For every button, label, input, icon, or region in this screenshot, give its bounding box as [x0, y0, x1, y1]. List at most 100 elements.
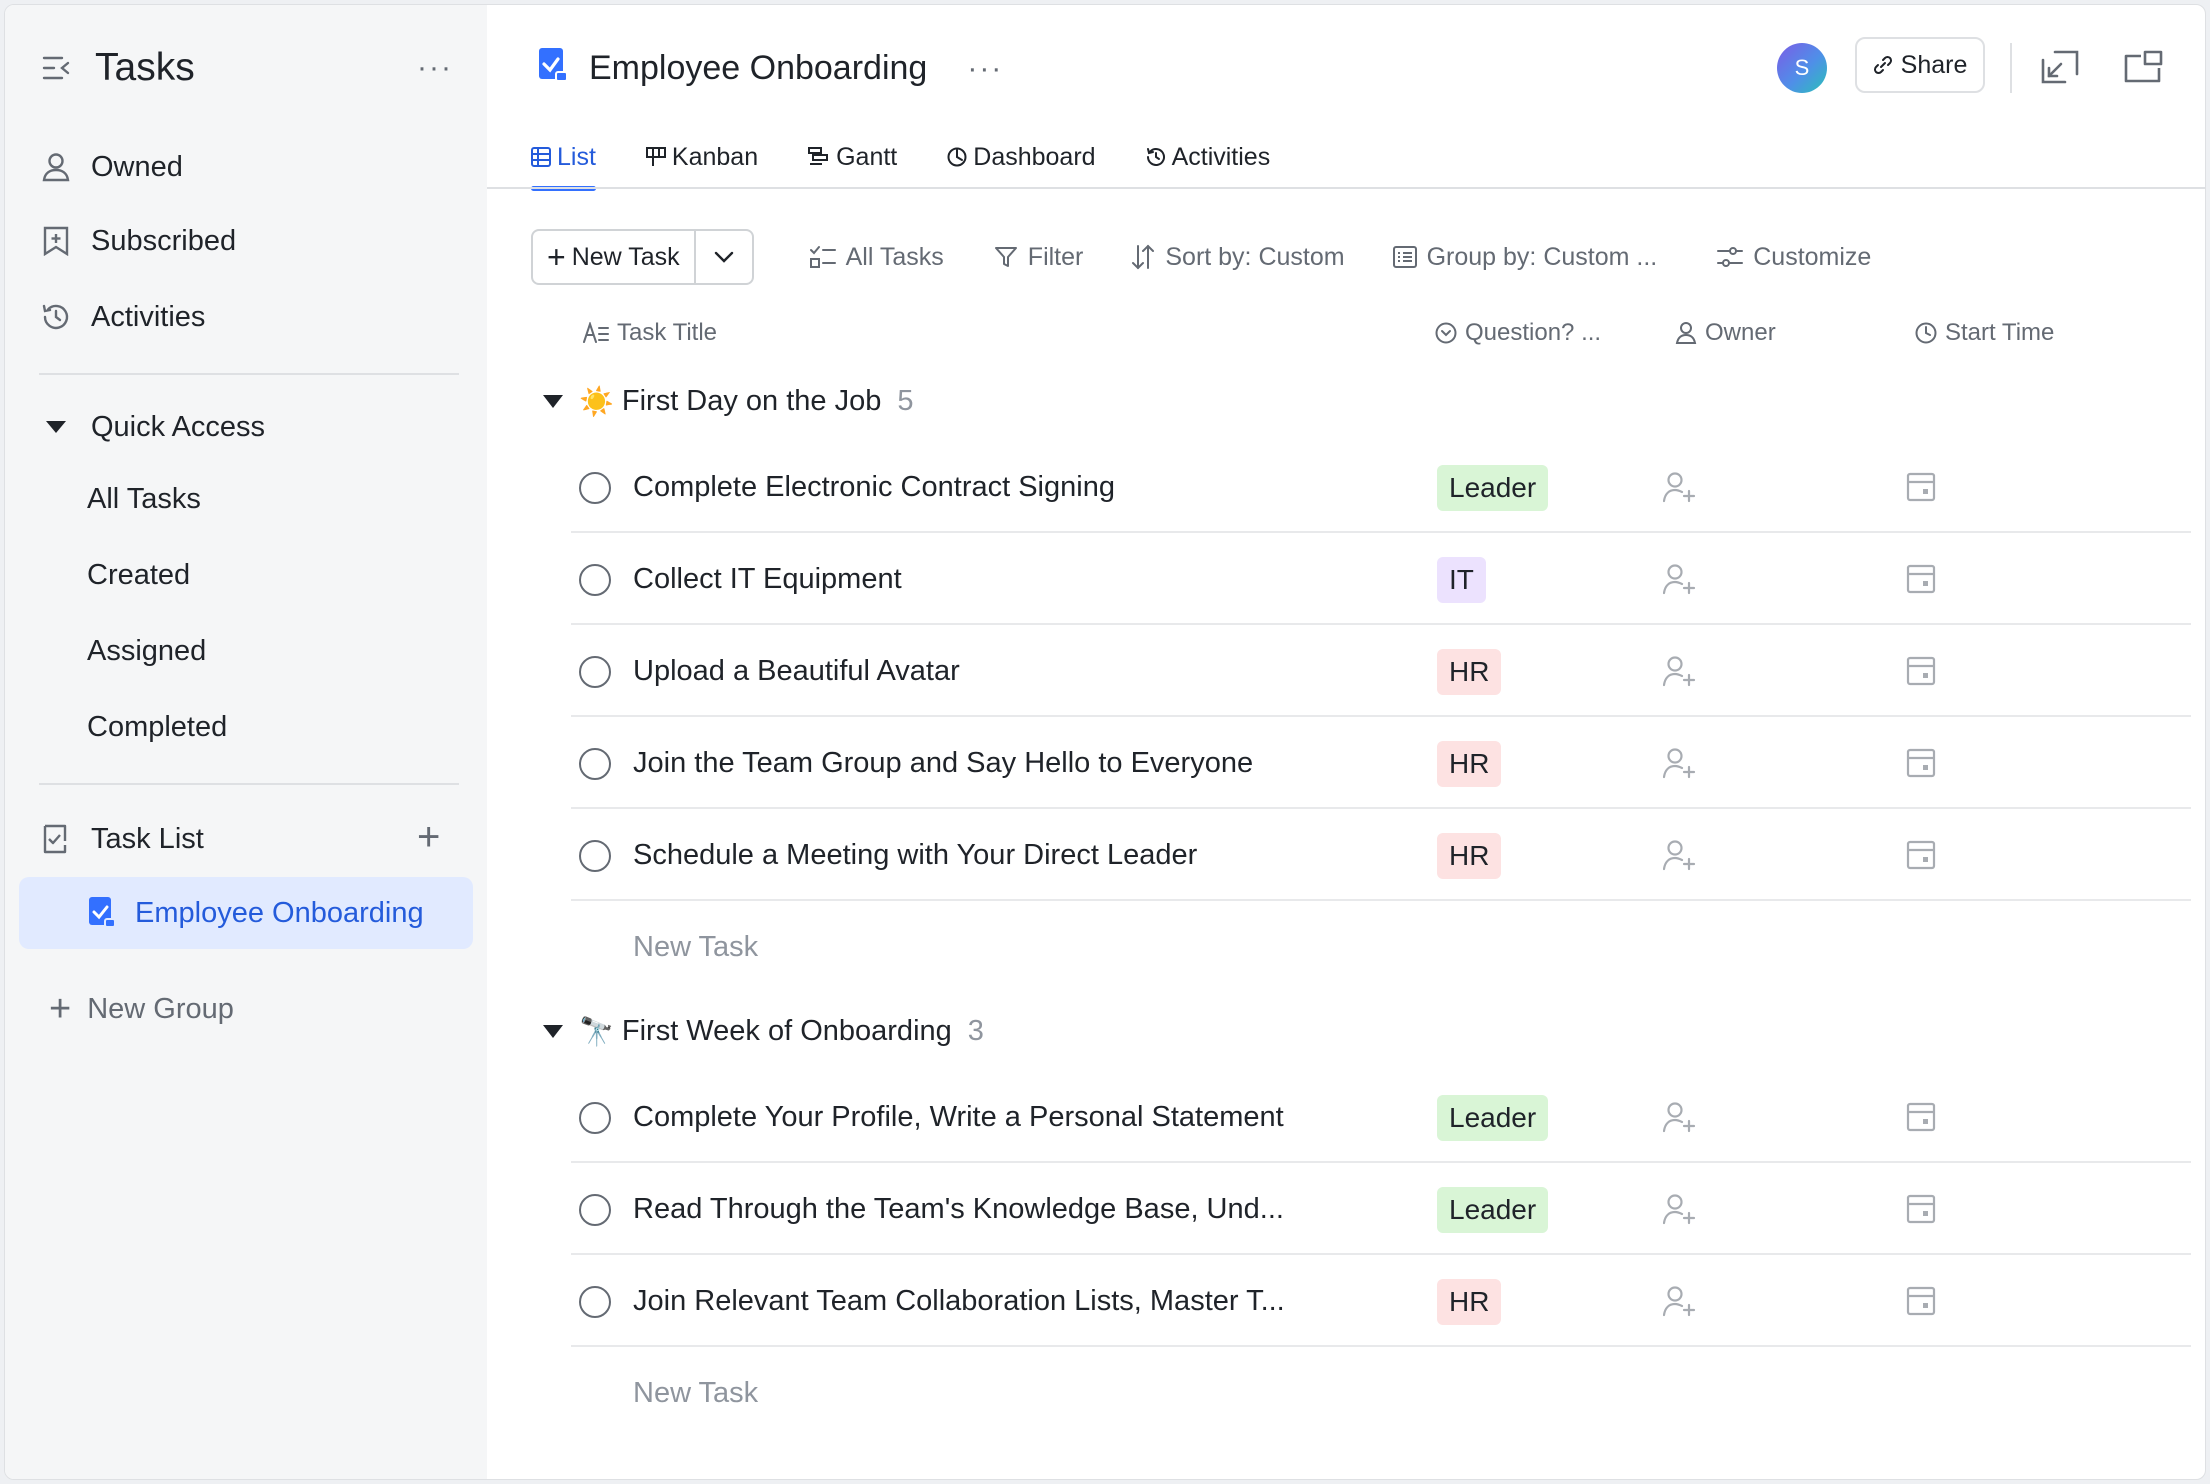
add-owner-icon[interactable]: [1662, 839, 1697, 876]
collapse-sidebar-icon[interactable]: [39, 50, 75, 86]
add-task-list-icon[interactable]: +: [417, 817, 440, 857]
column-header-start-time[interactable]: Start Time: [1915, 315, 2054, 351]
table-row[interactable]: Join the Team Group and Say Hello to Eve…: [571, 717, 2191, 809]
share-button[interactable]: Share: [1855, 37, 1985, 93]
avatar[interactable]: S: [1777, 43, 1827, 93]
task-checkbox[interactable]: [579, 1102, 611, 1134]
calendar-icon[interactable]: [1905, 839, 1937, 876]
group-name: First Day on the Job: [621, 384, 882, 417]
task-checkbox[interactable]: [579, 1286, 611, 1318]
sidebar-item-employee-onboarding[interactable]: Employee Onboarding: [19, 877, 473, 949]
sidebar-item-owned[interactable]: Owned: [39, 141, 183, 193]
add-owner-icon[interactable]: [1662, 1101, 1697, 1138]
sort-button[interactable]: Sort by: Custom: [1131, 242, 1345, 272]
group-header[interactable]: 🔭 First Week of Onboarding 3: [543, 1007, 984, 1055]
tab-kanban[interactable]: Kanban: [645, 129, 758, 185]
toolbar: + New Task All Tasks Filter Sort by: Cus…: [531, 229, 1871, 285]
filter-button[interactable]: Filter: [994, 242, 1084, 272]
customize-button[interactable]: Customize: [1717, 243, 1871, 272]
new-task-button[interactable]: + New Task: [533, 231, 696, 283]
table-row[interactable]: Collect IT Equipment IT: [571, 533, 2191, 625]
task-title[interactable]: Upload a Beautiful Avatar: [633, 625, 960, 717]
group-count: 5: [897, 384, 914, 417]
task-title[interactable]: Collect IT Equipment: [633, 533, 902, 625]
table-row[interactable]: Schedule a Meeting with Your Direct Lead…: [571, 809, 2191, 901]
calendar-icon[interactable]: [1905, 1193, 1937, 1230]
caret-down-icon: [39, 410, 73, 444]
task-checkbox[interactable]: [579, 840, 611, 872]
tab-gantt[interactable]: Gantt: [808, 129, 897, 185]
question-tag[interactable]: IT: [1437, 557, 1486, 603]
add-owner-icon[interactable]: [1662, 563, 1697, 600]
question-tag[interactable]: Leader: [1437, 465, 1549, 511]
group-header[interactable]: ☀️ First Day on the Job 5: [543, 377, 914, 425]
task-checkbox[interactable]: [579, 748, 611, 780]
filter-icon: [994, 247, 1017, 267]
question-tag[interactable]: Leader: [1437, 1187, 1549, 1233]
calendar-icon[interactable]: [1905, 563, 1937, 600]
view-tabs: List Kanban Gantt Dashboard Activities: [531, 129, 1320, 191]
task-checkbox[interactable]: [579, 472, 611, 504]
task-title[interactable]: Schedule a Meeting with Your Direct Lead…: [633, 809, 1197, 901]
all-tasks-button[interactable]: All Tasks: [809, 243, 944, 272]
calendar-icon[interactable]: [1905, 1101, 1937, 1138]
task-title[interactable]: Read Through the Team's Knowledge Base, …: [633, 1163, 1284, 1255]
new-task-row[interactable]: New Task: [633, 901, 758, 993]
add-owner-icon[interactable]: [1662, 747, 1697, 784]
column-header-title[interactable]: Task Title: [583, 315, 717, 351]
tab-label: Gantt: [836, 142, 898, 171]
group-emoji-icon: 🔭: [579, 1015, 614, 1047]
new-task-row[interactable]: New Task: [633, 1347, 758, 1439]
top-bar: Employee Onboarding ··· S Share List Kan…: [487, 5, 2205, 191]
caret-down-icon[interactable]: [543, 1024, 563, 1038]
exit-fullscreen-icon[interactable]: [2039, 45, 2083, 89]
table-row[interactable]: Upload a Beautiful Avatar HR: [571, 625, 2191, 717]
sidebar-item-all-tasks[interactable]: All Tasks: [87, 475, 201, 523]
sidebar-item-completed[interactable]: Completed: [87, 703, 227, 751]
question-tag[interactable]: Leader: [1437, 1095, 1549, 1141]
add-owner-icon[interactable]: [1662, 655, 1697, 692]
column-header-question[interactable]: Question? ...: [1435, 315, 1601, 351]
calendar-icon[interactable]: [1905, 1285, 1937, 1322]
calendar-icon[interactable]: [1905, 471, 1937, 508]
filter-label: Filter: [1027, 242, 1084, 271]
column-header-owner[interactable]: Owner: [1675, 315, 1776, 351]
add-owner-icon[interactable]: [1662, 1193, 1697, 1230]
more-options-icon[interactable]: ···: [417, 53, 453, 83]
sidebar-item-created[interactable]: Created: [87, 551, 190, 599]
quick-access-header[interactable]: Quick Access: [39, 401, 265, 453]
more-options-icon[interactable]: ···: [967, 52, 1003, 86]
question-tag[interactable]: HR: [1437, 1279, 1502, 1325]
task-checkbox[interactable]: [579, 564, 611, 596]
table-row[interactable]: Read Through the Team's Knowledge Base, …: [571, 1163, 2191, 1255]
task-title[interactable]: Complete Electronic Contract Signing: [633, 441, 1115, 533]
tab-activities[interactable]: Activities: [1146, 129, 1270, 185]
question-tag[interactable]: HR: [1437, 649, 1502, 695]
calendar-icon[interactable]: [1905, 655, 1937, 692]
tab-list[interactable]: List: [531, 129, 596, 191]
tab-dashboard[interactable]: Dashboard: [947, 129, 1096, 185]
task-title[interactable]: Join Relevant Team Collaboration Lists, …: [633, 1255, 1285, 1347]
caret-down-icon[interactable]: [543, 394, 563, 408]
task-title[interactable]: Complete Your Profile, Write a Personal …: [633, 1071, 1284, 1163]
add-owner-icon[interactable]: [1662, 471, 1697, 508]
question-tag[interactable]: HR: [1437, 833, 1502, 879]
chevron-down-icon[interactable]: [696, 231, 752, 283]
task-checkbox[interactable]: [579, 656, 611, 688]
sidebar-item-assigned[interactable]: Assigned: [87, 627, 206, 675]
table-row[interactable]: Complete Your Profile, Write a Personal …: [571, 1071, 2191, 1163]
calendar-icon[interactable]: [1905, 747, 1937, 784]
task-list-header[interactable]: Task List: [39, 813, 204, 865]
open-in-window-icon[interactable]: [2121, 45, 2165, 89]
table-row[interactable]: Complete Electronic Contract Signing Lead…: [571, 441, 2191, 533]
task-title[interactable]: Join the Team Group and Say Hello to Eve…: [633, 717, 1253, 809]
task-checkbox[interactable]: [579, 1194, 611, 1226]
sort-label: Sort by: Custom: [1165, 242, 1345, 271]
question-tag[interactable]: HR: [1437, 741, 1502, 787]
add-owner-icon[interactable]: [1662, 1285, 1697, 1322]
group-by-button[interactable]: Group by: Custom ...: [1392, 243, 1657, 272]
sidebar-item-activities[interactable]: Activities: [39, 291, 205, 343]
sidebar-item-subscribed[interactable]: Subscribed: [39, 215, 236, 267]
new-group-button[interactable]: + New Group: [49, 983, 234, 1035]
table-row[interactable]: Join Relevant Team Collaboration Lists, …: [571, 1255, 2191, 1347]
